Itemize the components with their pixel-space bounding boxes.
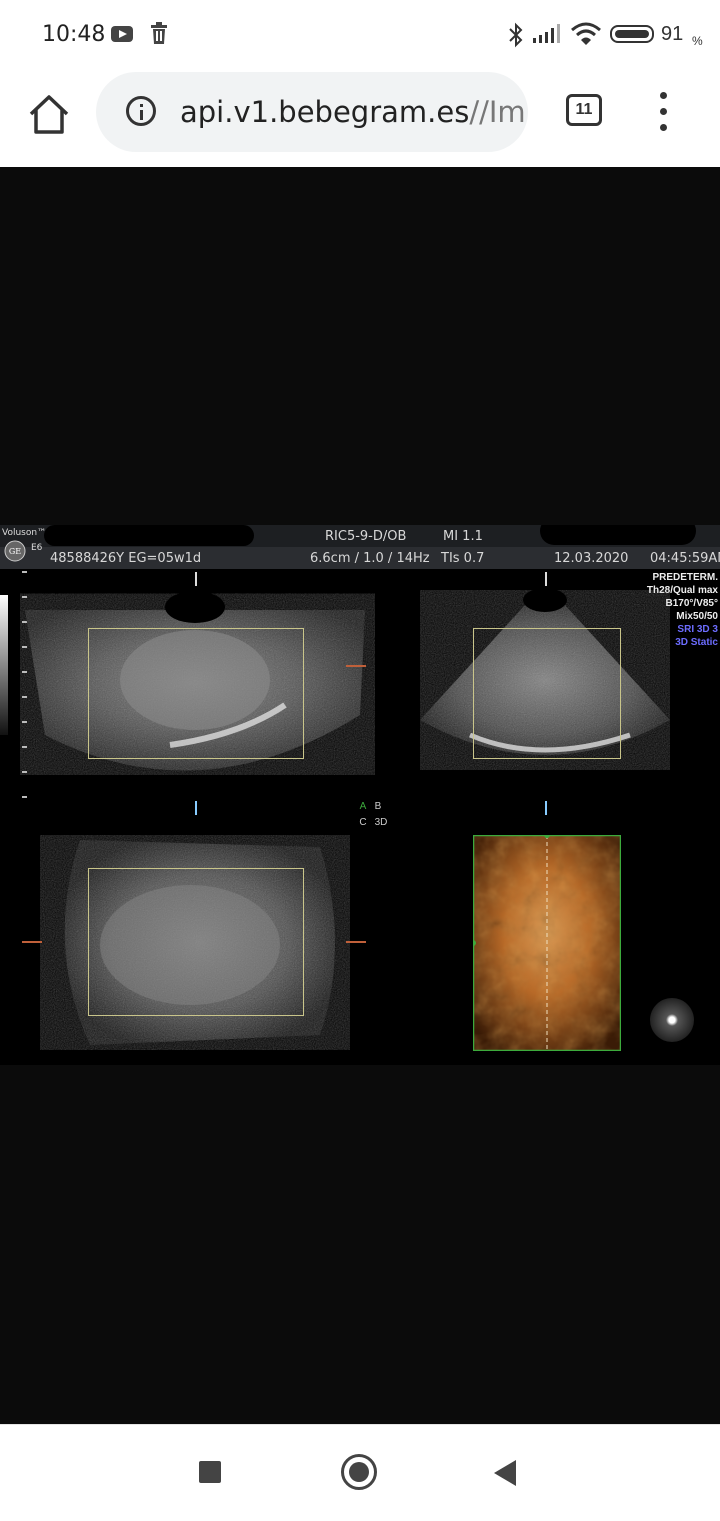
status-bar: 10:48 91 % xyxy=(0,0,720,70)
quadrant-c[interactable]: C xyxy=(356,817,370,828)
wifi-icon xyxy=(571,22,601,45)
url-path: //Im xyxy=(469,95,526,129)
grayscale-bar xyxy=(0,595,8,735)
url-host: api.v1.bebegram.es xyxy=(180,95,470,129)
redacted-hospital xyxy=(540,525,696,545)
trash-icon xyxy=(151,22,167,44)
ge-logo-icon: GE xyxy=(4,540,26,562)
battery-icon xyxy=(610,25,654,43)
battery-level: 91 xyxy=(661,23,684,45)
quadrant-3d[interactable]: 3D xyxy=(371,817,391,828)
browser-toolbar: api.v1.bebegram.es//Im 11 xyxy=(0,70,720,167)
signal-icon xyxy=(533,24,560,43)
brand-label: Voluson™ xyxy=(2,528,47,538)
home-button[interactable] xyxy=(341,1454,377,1490)
recents-button[interactable] xyxy=(199,1461,221,1483)
youtube-icon xyxy=(111,26,133,42)
scan-line-marker xyxy=(195,801,197,815)
status-time: 10:48 xyxy=(42,22,106,47)
patient-id: 48588426Y EG=05w1d xyxy=(50,551,202,566)
url-text[interactable]: api.v1.bebegram.es//Im xyxy=(180,95,526,129)
tis-label: TIs 0.7 xyxy=(441,551,485,566)
model-label: E6 xyxy=(31,543,43,553)
orientation-arrow xyxy=(346,941,366,943)
probe-label: RIC5-9-D/OB xyxy=(325,529,407,544)
scan-date: 12.03.2020 xyxy=(554,551,629,566)
bluetooth-icon xyxy=(509,22,523,48)
roi-box-a[interactable] xyxy=(88,628,304,759)
roi-box-b[interactable] xyxy=(473,628,621,759)
scan-line-marker xyxy=(195,572,197,586)
orientation-arrow xyxy=(346,665,366,667)
battery-percent-sign: % xyxy=(692,34,703,48)
render-3d-view xyxy=(473,835,621,1051)
more-menu-icon[interactable] xyxy=(656,92,670,132)
tab-count: 11 xyxy=(575,101,593,118)
home-icon[interactable] xyxy=(26,92,72,138)
scan-time: 04:45:59AM xyxy=(650,551,720,566)
quadrant-b[interactable]: B xyxy=(371,801,385,812)
address-bar[interactable]: api.v1.bebegram.es//Im xyxy=(96,72,528,152)
system-nav-bar xyxy=(0,1424,720,1521)
back-button[interactable] xyxy=(494,1460,516,1486)
svg-text:GE: GE xyxy=(9,547,21,556)
tab-switcher-button[interactable]: 11 xyxy=(566,94,602,126)
ultrasound-image: Voluson™ GE E6 RIC5-9-D/OB MI 1.1 485884… xyxy=(0,525,720,1065)
info-icon[interactable] xyxy=(126,96,156,126)
roi-box-c[interactable] xyxy=(88,868,304,1016)
quadrant-a[interactable]: A xyxy=(356,801,370,812)
orientation-arrow xyxy=(22,941,42,943)
redacted-name xyxy=(44,525,254,546)
scan-line-marker xyxy=(545,801,547,815)
mi-label: MI 1.1 xyxy=(443,529,483,544)
scan-line-marker xyxy=(545,572,547,586)
light-source-icon[interactable] xyxy=(650,998,694,1042)
scan-params: 6.6cm / 1.0 / 14Hz xyxy=(310,551,430,566)
setting-line: PREDETERM. xyxy=(652,572,718,583)
